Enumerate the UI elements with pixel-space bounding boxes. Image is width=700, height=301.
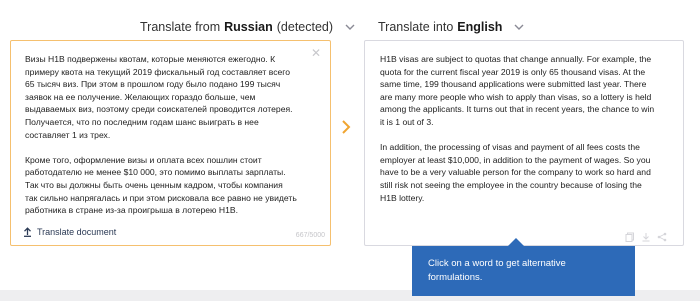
target-language-selector[interactable]: Translate into English — [378, 18, 526, 36]
target-text-panel: H1B visas are subject to quotas that cha… — [364, 40, 684, 246]
chevron-down-icon[interactable] — [512, 20, 526, 34]
close-icon[interactable]: ✕ — [310, 47, 322, 59]
target-text[interactable]: H1B visas are subject to quotas that cha… — [380, 53, 670, 204]
share-icon[interactable] — [657, 229, 667, 242]
source-text[interactable]: Визы H1B подвержены квотам, которые меня… — [25, 53, 307, 217]
source-header-prefix: Translate from — [140, 20, 221, 34]
chevron-down-icon[interactable] — [343, 20, 357, 34]
translate-document-label: Translate document — [37, 227, 117, 237]
character-count: 667/5000 — [295, 232, 325, 239]
target-actions — [625, 229, 667, 242]
translator-page: Translate from Russian (detected) Transl… — [0, 0, 700, 301]
tooltip-text: Click on a word to get alternative formu… — [428, 258, 566, 283]
upload-icon — [24, 227, 31, 237]
source-text-panel[interactable]: Визы H1B подвержены квотам, которые меня… — [10, 40, 331, 246]
alternatives-tooltip: Click on a word to get alternative formu… — [412, 246, 635, 296]
copy-icon[interactable] — [625, 229, 635, 242]
target-language-name: English — [457, 20, 503, 34]
source-language-name: Russian — [224, 20, 273, 34]
translate-document-button[interactable]: Translate document — [23, 225, 116, 239]
source-language-selector[interactable]: Translate from Russian (detected) — [140, 18, 357, 36]
download-icon[interactable] — [641, 229, 651, 242]
chevron-right-icon[interactable] — [338, 118, 354, 136]
target-header-prefix: Translate into — [378, 20, 454, 34]
tooltip-caret — [508, 238, 524, 246]
source-detected-label: (detected) — [276, 20, 334, 34]
